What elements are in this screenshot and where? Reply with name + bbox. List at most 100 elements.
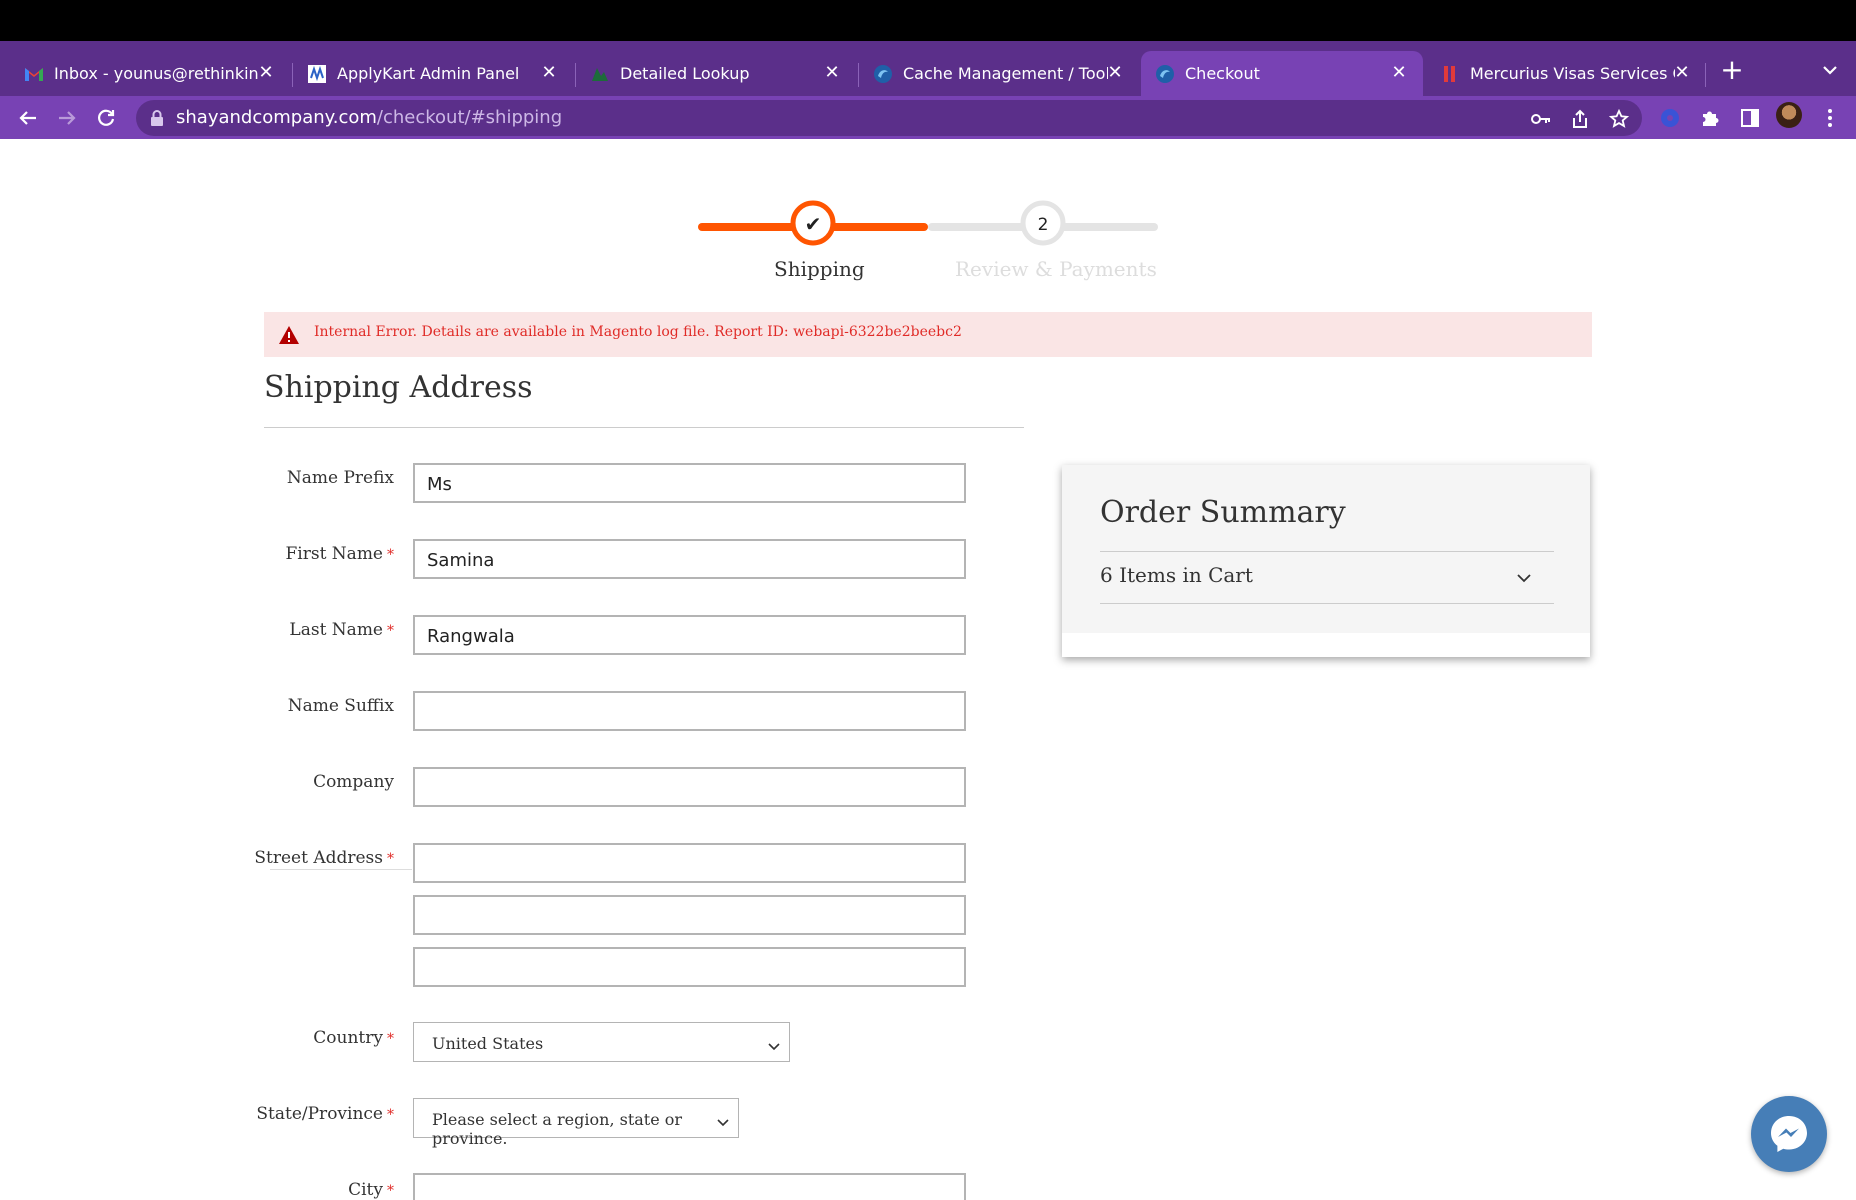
country-select-value: United States — [432, 1034, 544, 1053]
required-marker: * — [387, 1107, 394, 1123]
tab-applykart[interactable]: ApplyKart Admin Panel ✕ — [283, 51, 573, 96]
tab-title: ApplyKart Admin Panel — [337, 64, 520, 83]
step-review-number: 2 — [1038, 215, 1049, 235]
lock-icon[interactable] — [150, 110, 164, 126]
close-icon[interactable]: ✕ — [1672, 63, 1692, 83]
tab-mercurius[interactable]: Mercurius Visas Services Global ✕ — [1416, 51, 1706, 96]
browser-menu-icon[interactable] — [1818, 106, 1842, 130]
first-name-input[interactable]: Samina — [413, 539, 966, 579]
name-suffix-label: Name Suffix — [104, 696, 394, 716]
share-icon[interactable] — [1569, 108, 1591, 130]
close-icon[interactable]: ✕ — [256, 63, 276, 83]
first-name-label: First Name * — [104, 544, 394, 564]
step-review-label: Review & Payments — [955, 257, 1157, 281]
tab-search-chevron-icon[interactable] — [1818, 58, 1842, 82]
city-label: City * — [104, 1180, 394, 1200]
street-address-underline — [270, 869, 412, 870]
address-bar[interactable]: shayandcompany.com/checkout/#shipping — [136, 100, 1642, 136]
tab-checkout[interactable]: Checkout ✕ — [1141, 51, 1423, 96]
magento-icon — [873, 64, 893, 84]
forward-arrow-icon[interactable] — [53, 104, 81, 132]
extension-circle-icon[interactable] — [1658, 106, 1682, 130]
label-text: Name Prefix — [286, 468, 394, 488]
order-summary-footer — [1062, 633, 1590, 657]
label-text: State/Province — [256, 1104, 383, 1124]
label-text: Country — [313, 1028, 383, 1048]
messenger-icon — [1771, 1116, 1807, 1152]
bookmark-star-icon[interactable] — [1608, 108, 1630, 130]
url-text: shayandcompany.com/checkout/#shipping — [176, 107, 562, 128]
tab-cache-management[interactable]: Cache Management / Tools / Sys ✕ — [849, 51, 1139, 96]
divider — [1100, 603, 1554, 604]
error-text: Internal Error. Details are available in… — [314, 324, 962, 340]
required-marker: * — [387, 1183, 394, 1199]
magento-icon — [1155, 64, 1175, 84]
label-text: Last Name — [289, 620, 383, 640]
applykart-icon — [307, 64, 327, 84]
step-shipping-label[interactable]: Shipping — [774, 257, 865, 281]
name-suffix-input[interactable] — [413, 691, 966, 731]
street-address-line1-input[interactable] — [413, 843, 966, 883]
checkout-progress-bar: ✔ 2 — [698, 200, 1158, 246]
extensions-puzzle-icon[interactable] — [1698, 106, 1722, 130]
street-address-line2-input[interactable] — [413, 895, 966, 935]
label-text: First Name — [285, 544, 383, 564]
browser-toolbar: shayandcompany.com/checkout/#shipping — [0, 96, 1856, 139]
url-host: shayandcompany.com — [176, 107, 377, 128]
gmail-icon — [24, 64, 44, 84]
label-text: City — [348, 1180, 383, 1200]
new-tab-button[interactable]: + — [1720, 56, 1744, 84]
order-summary-title: Order Summary — [1100, 495, 1346, 530]
company-label: Company — [104, 772, 394, 792]
order-summary-panel: Order Summary 6 Items in Cart — [1062, 465, 1590, 657]
required-marker: * — [387, 851, 394, 867]
side-panel-icon[interactable] — [1738, 106, 1762, 130]
state-province-label: State/Province * — [104, 1104, 394, 1124]
back-arrow-icon[interactable] — [14, 104, 42, 132]
checkmark-icon: ✔ — [805, 212, 822, 236]
tab-separator — [1705, 63, 1706, 87]
state-province-select[interactable]: Please select a region, state or provinc… — [413, 1098, 739, 1148]
tab-title: Inbox - younus@rethinkingweb.com — [54, 64, 259, 83]
chevron-down-icon[interactable] — [1516, 569, 1532, 588]
last-name-input[interactable]: Rangwala — [413, 615, 966, 655]
key-icon[interactable] — [1530, 108, 1552, 130]
last-name-label: Last Name * — [104, 620, 394, 640]
label-text: Street Address — [254, 848, 383, 868]
close-icon[interactable]: ✕ — [1389, 63, 1409, 83]
warning-icon — [278, 325, 300, 349]
error-message: Internal Error. Details are available in… — [264, 312, 1592, 357]
messenger-chat-button[interactable] — [1751, 1096, 1827, 1172]
tab-inbox[interactable]: Inbox - younus@rethinkingweb.com ✕ — [0, 51, 290, 96]
required-marker: * — [387, 623, 394, 639]
label-text: Company — [313, 772, 394, 792]
shipping-address-title: Shipping Address — [264, 370, 533, 405]
url-path: /checkout/#shipping — [376, 107, 563, 128]
divider — [264, 427, 1024, 428]
close-icon[interactable]: ✕ — [539, 63, 559, 83]
reload-icon[interactable] — [92, 104, 120, 132]
tab-detailed-lookup[interactable]: Detailed Lookup ✕ — [566, 51, 856, 96]
chevron-down-icon — [716, 1113, 730, 1132]
name-prefix-input[interactable]: Ms — [413, 463, 966, 503]
street-address-line3-input[interactable] — [413, 947, 966, 987]
os-menubar — [0, 0, 1856, 41]
chevron-down-icon — [767, 1037, 781, 1056]
state-select-value: Please select a region, state or provinc… — [432, 1110, 683, 1148]
close-icon[interactable]: ✕ — [822, 63, 842, 83]
profile-avatar[interactable] — [1776, 102, 1802, 128]
divider — [1100, 551, 1554, 552]
close-icon[interactable]: ✕ — [1105, 63, 1125, 83]
company-input[interactable] — [413, 767, 966, 807]
required-marker: * — [387, 1031, 394, 1047]
items-in-cart-toggle[interactable]: 6 Items in Cart — [1100, 563, 1253, 587]
tab-title: Mercurius Visas Services Global — [1470, 64, 1675, 83]
country-label: Country * — [104, 1028, 394, 1048]
street-address-label: Street Address * — [104, 848, 394, 868]
tab-title: Detailed Lookup — [620, 64, 750, 83]
tab-strip: Inbox - younus@rethinkingweb.com ✕ Apply… — [0, 41, 1856, 96]
city-input[interactable] — [413, 1173, 966, 1200]
country-select[interactable]: United States — [413, 1022, 790, 1062]
label-text: Name Suffix — [287, 696, 394, 716]
tab-title: Cache Management / Tools / Sys — [903, 64, 1108, 83]
